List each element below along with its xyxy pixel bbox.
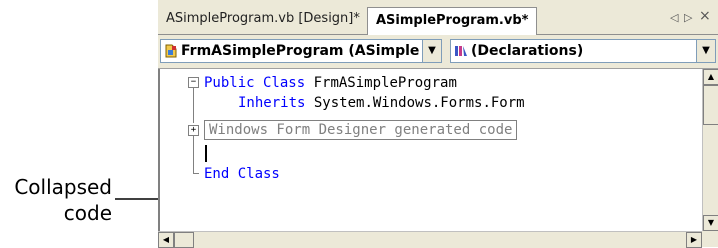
member-name-combo[interactable]: (Declarations) ▼ [450, 39, 716, 63]
outline-end [193, 173, 199, 174]
tab-scroll-left-icon[interactable]: ◁ [670, 10, 678, 26]
code-line-end: End Class [204, 166, 280, 182]
code-line-1: Public Class FrmASimpleProgram [204, 75, 457, 91]
scroll-up-icon[interactable]: ▲ [703, 69, 718, 85]
chevron-down-icon[interactable]: ▼ [422, 40, 441, 62]
code-line-2: Inherits System.Windows.Forms.Form [238, 95, 525, 111]
code-editor[interactable]: − + Public Class FrmASimpleProgram Inher… [158, 69, 702, 247]
horizontal-scrollbar[interactable]: ◀ ▶ [158, 231, 702, 248]
collapsed-code-region[interactable]: Windows Form Designer generated code [204, 120, 518, 140]
tab-code[interactable]: ASimpleProgram.vb* [367, 7, 538, 35]
chevron-down-icon[interactable]: ▼ [696, 40, 715, 62]
class-icon [165, 44, 177, 58]
scroll-left-icon[interactable]: ◀ [158, 232, 174, 248]
vertical-scrollbar[interactable]: ▲ ▼ [702, 69, 718, 231]
outline-line [193, 136, 194, 174]
scroll-right-icon[interactable]: ▶ [686, 232, 702, 248]
horizontal-scroll-thumb[interactable] [174, 232, 194, 248]
member-name-value: (Declarations) [471, 43, 584, 59]
class-name-combo[interactable]: FrmASimpleProgram (ASimple ▼ [160, 39, 442, 63]
class-name-value: FrmASimpleProgram (ASimple [181, 43, 420, 59]
declarations-icon [455, 46, 467, 56]
code-editor-window: ASimpleProgram.vb [Design]* ASimpleProgr… [158, 0, 718, 248]
outline-line [193, 88, 194, 123]
callout-line-2: code [63, 201, 112, 225]
callout-line-1: Collapsed [14, 175, 112, 199]
close-icon[interactable]: × [699, 8, 711, 24]
tab-design[interactable]: ASimpleProgram.vb [Design]* [166, 8, 360, 30]
tab-scroll-right-icon[interactable]: ▷ [684, 10, 692, 26]
vertical-scroll-thumb[interactable] [703, 85, 718, 125]
size-grip [702, 231, 718, 247]
expand-region-icon[interactable]: + [188, 125, 199, 136]
scroll-down-icon[interactable]: ▼ [703, 215, 718, 231]
document-tab-bar: ASimpleProgram.vb [Design]* ASimpleProgr… [158, 0, 718, 35]
text-caret [205, 145, 207, 162]
collapse-region-icon[interactable]: − [188, 77, 199, 88]
code-navigation-bar: FrmASimpleProgram (ASimple ▼ (Declaratio… [158, 35, 718, 69]
